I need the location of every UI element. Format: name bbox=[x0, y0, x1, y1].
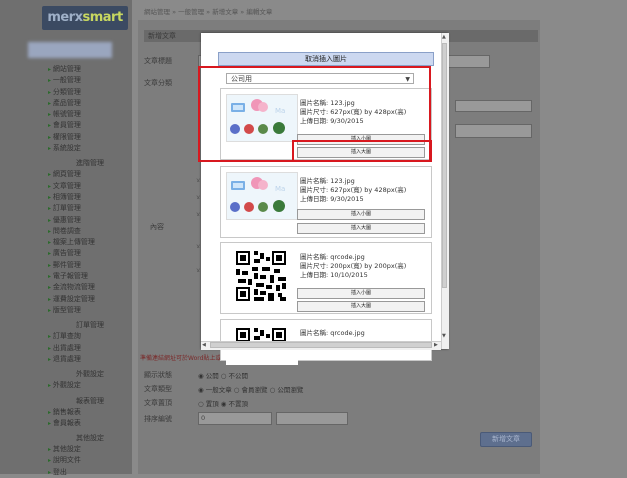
top-options[interactable]: ○ 置頂 ◉ 不置頂 bbox=[198, 398, 248, 408]
label-type: 文章類型 bbox=[144, 385, 172, 393]
sidebar-item[interactable]: 退貨處理 bbox=[48, 354, 132, 365]
scroll-right-icon[interactable]: ▶ bbox=[434, 342, 438, 348]
scroll-down-icon[interactable]: ▼ bbox=[442, 333, 446, 339]
sidebar-item[interactable]: 版型管理 bbox=[48, 305, 132, 316]
sidebar-item[interactable]: 檔案上傳管理 bbox=[48, 237, 132, 248]
label-top: 文章置頂 bbox=[144, 399, 172, 407]
sidebar-item[interactable]: 金流物流管理 bbox=[48, 282, 132, 293]
image-thumbnail[interactable]: Ma bbox=[226, 172, 298, 220]
image-name: 圖片名稱: qrcode.jpg bbox=[300, 253, 365, 261]
breadcrumb: 網站管理 » 一般管理 » 新增文章 » 編輯文章 bbox=[144, 8, 273, 16]
highlight-box-button bbox=[292, 140, 432, 162]
sidebar-item[interactable]: 帳號管理 bbox=[48, 109, 132, 120]
image-name: 圖片名稱: qrcode.jpg bbox=[300, 329, 365, 337]
sidebar-item[interactable]: 出貨處理 bbox=[48, 343, 132, 354]
svg-text:Ma: Ma bbox=[275, 185, 285, 193]
image-card: 圖片名稱: qrcode.jpg 圖片尺寸: 200px(寬) by 200px… bbox=[220, 242, 432, 314]
label-status: 顯示狀態 bbox=[144, 371, 172, 379]
image-date: 上傳日期: 9/30/2015 bbox=[300, 195, 364, 204]
qrcode-thumbnail[interactable] bbox=[226, 248, 298, 308]
sidebar-item[interactable]: 權限管理 bbox=[48, 132, 132, 143]
menu-group-head: 外觀設定 bbox=[76, 370, 104, 379]
label-content: 內容 bbox=[150, 223, 164, 231]
sidebar-item[interactable]: 產品管理 bbox=[48, 98, 132, 109]
sidebar-item[interactable]: 其他設定 bbox=[48, 444, 132, 455]
sidebar-item[interactable]: 系統設定 bbox=[48, 143, 132, 154]
sort-input[interactable]: 0 bbox=[198, 412, 272, 425]
hscroll-thumb[interactable] bbox=[210, 342, 432, 348]
menu-group-head: 進階管理 bbox=[76, 159, 104, 168]
scroll-up-icon[interactable]: ▲ bbox=[442, 34, 446, 40]
menu-group-head: 報表管理 bbox=[76, 396, 104, 405]
label-title: 文章標題 bbox=[144, 57, 172, 65]
insert-small-button[interactable]: 插入小圖 bbox=[297, 209, 425, 220]
menu-group: 網站管理一般管理分類管理產品管理帳號管理會員管理權限管理系統設定 bbox=[48, 64, 132, 154]
sidebar-item[interactable]: 文章管理 bbox=[48, 181, 132, 192]
sidebar-item[interactable]: 電子報管理 bbox=[48, 271, 132, 282]
menu-group-head: 訂單管理 bbox=[76, 321, 104, 330]
editor-toolbar-row2[interactable] bbox=[455, 124, 532, 138]
cancel-insert-button[interactable]: 取消插入圖片 bbox=[218, 52, 434, 66]
sidebar-item[interactable]: 相簿管理 bbox=[48, 192, 132, 203]
sidebar-item[interactable]: 網站管理 bbox=[48, 64, 132, 75]
sidebar-item[interactable]: 登出 bbox=[48, 467, 132, 478]
image-date: 上傳日期: 10/10/2015 bbox=[300, 271, 368, 280]
image-card: Ma 圖片名稱: 123.jpg 圖片尺寸: 627px(寬) by 428px… bbox=[220, 166, 432, 238]
sidebar-item[interactable]: 訂單查詢 bbox=[48, 331, 132, 342]
sidebar-item[interactable]: 網頁管理 bbox=[48, 169, 132, 180]
submit-button[interactable]: 新增文章 bbox=[480, 432, 532, 447]
sidebar-item[interactable]: 會員報表 bbox=[48, 418, 132, 429]
image-card: 圖片名稱: qrcode.jpg bbox=[220, 319, 432, 365]
insert-small-button[interactable]: 插入小圖 bbox=[297, 288, 425, 299]
user-info-blurred bbox=[28, 42, 112, 58]
status-options[interactable]: ◉ 公開 ○ 不公開 bbox=[198, 370, 248, 380]
sidebar-item[interactable]: 銷售報表 bbox=[48, 407, 132, 418]
insert-big-button[interactable]: 插入大圖 bbox=[297, 301, 425, 312]
menu-group: 報表管理銷售報表會員報表 bbox=[48, 395, 132, 430]
scroll-left-icon[interactable]: ◀ bbox=[202, 342, 206, 348]
insert-big-button[interactable]: 插入大圖 bbox=[297, 223, 425, 234]
label-sort: 排序編號 bbox=[144, 415, 172, 423]
menu-group: 訂單管理訂單查詢出貨處理退貨處理 bbox=[48, 319, 132, 365]
sidebar-item[interactable]: 會員管理 bbox=[48, 120, 132, 131]
sidebar-item[interactable]: 廣告管理 bbox=[48, 248, 132, 259]
sidebar-item[interactable]: 一般管理 bbox=[48, 75, 132, 86]
type-options[interactable]: ◉ 一般文章 ○ 會員瀏覽 ○ 公開瀏覽 bbox=[198, 384, 303, 394]
sidebar-item[interactable]: 外觀設定 bbox=[48, 380, 132, 391]
menu-group-head: 其他設定 bbox=[76, 434, 104, 443]
sort-input-2[interactable] bbox=[276, 412, 348, 425]
image-name: 圖片名稱: 123.jpg bbox=[300, 177, 355, 185]
menu-group: 進階管理網頁管理文章管理相簿管理訂單管理優惠管理問卷調查檔案上傳管理廣告管理郵件… bbox=[48, 157, 132, 316]
sidebar-item[interactable]: 分類管理 bbox=[48, 87, 132, 98]
menu-group: 外觀設定外觀設定 bbox=[48, 368, 132, 391]
sidebar-item[interactable]: 問卷調查 bbox=[48, 226, 132, 237]
scroll-thumb[interactable] bbox=[442, 43, 447, 288]
label-category: 文章分類 bbox=[144, 79, 172, 87]
sidebar-item[interactable]: 運費設定管理 bbox=[48, 294, 132, 305]
sidebar-item[interactable]: 說明文件 bbox=[48, 455, 132, 466]
sidebar-item[interactable]: 郵件管理 bbox=[48, 260, 132, 271]
editor-toolbar[interactable] bbox=[455, 100, 532, 112]
sidebar-item[interactable]: 訂單管理 bbox=[48, 203, 132, 214]
sidebar-item[interactable]: 優惠管理 bbox=[48, 215, 132, 226]
menu-group: 其他設定其他設定說明文件登出 bbox=[48, 432, 132, 478]
logo: merxsmart bbox=[42, 6, 128, 30]
